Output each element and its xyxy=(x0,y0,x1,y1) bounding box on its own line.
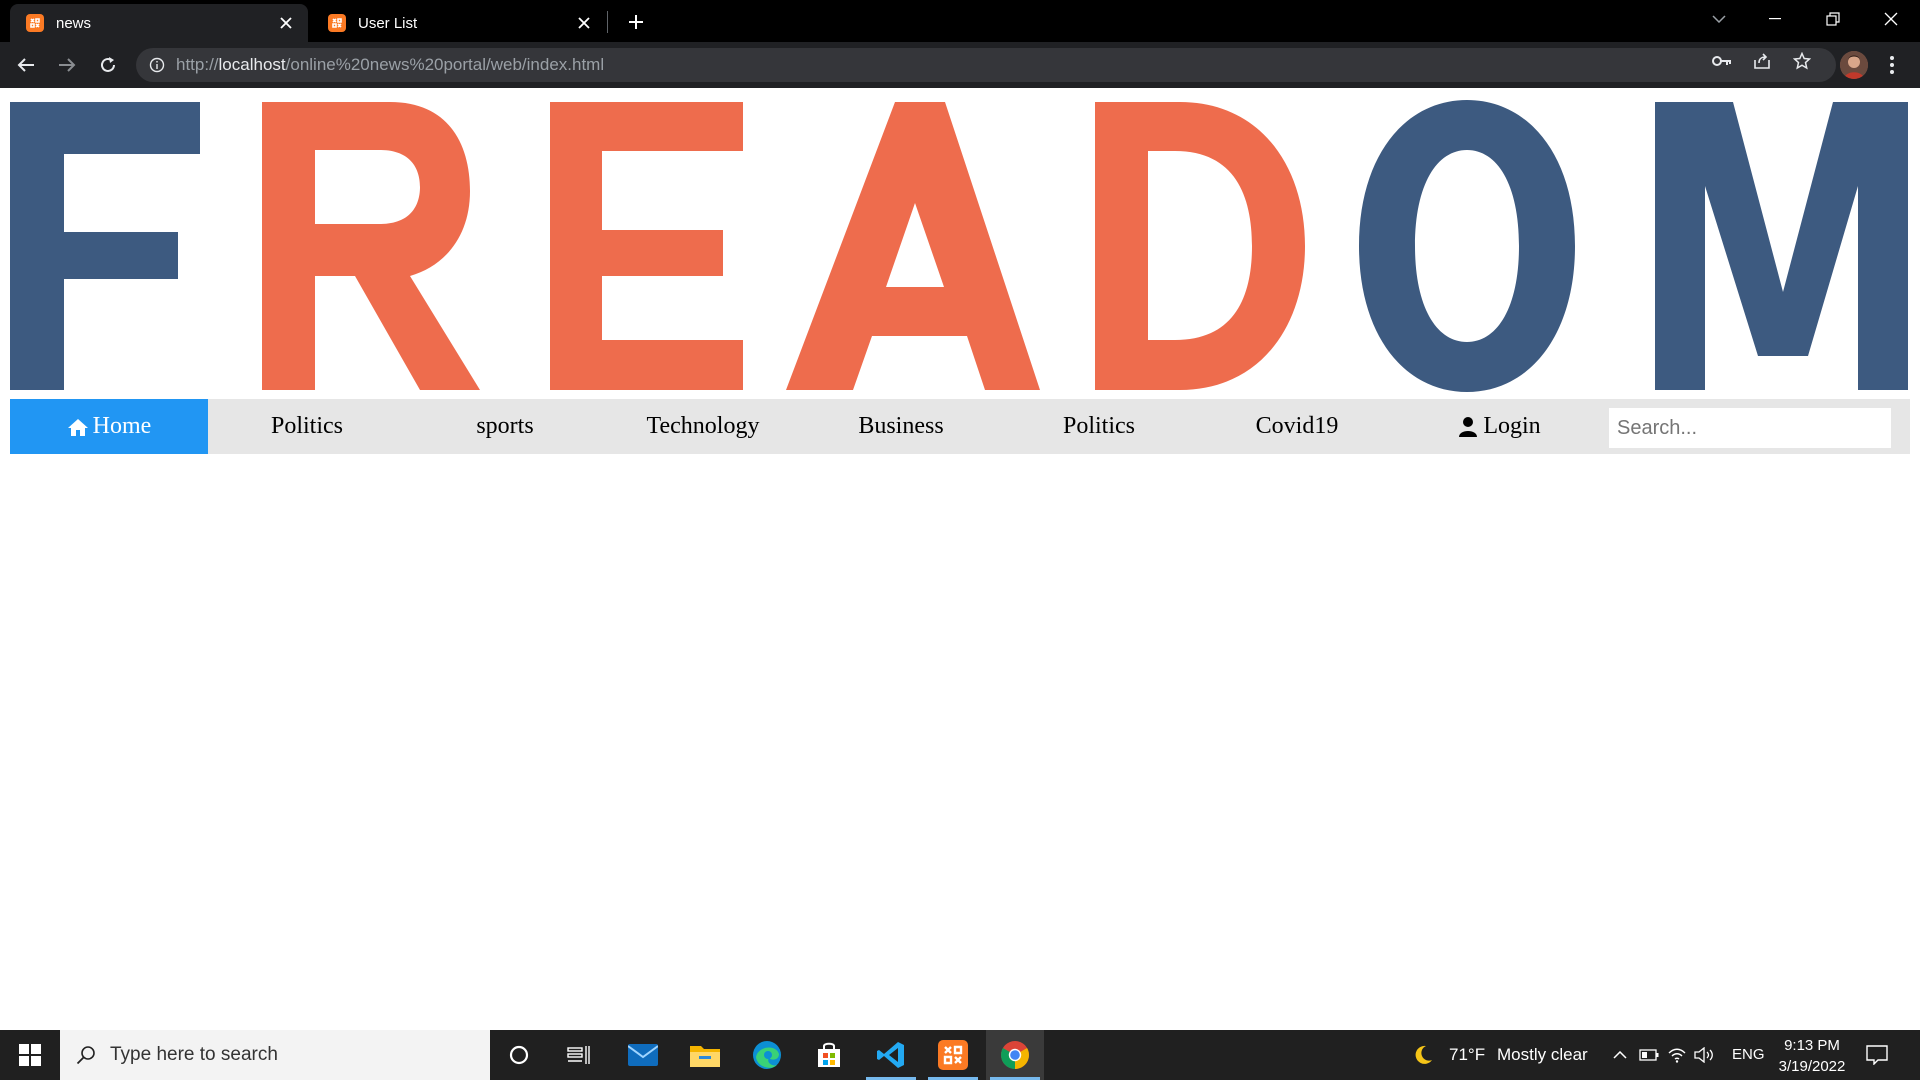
nav-technology-label: Technology xyxy=(646,413,760,439)
logo-letter-m xyxy=(1655,102,1908,390)
weather-condition: Mostly clear xyxy=(1497,1045,1588,1064)
close-window-button[interactable] xyxy=(1862,0,1920,38)
chrome-icon[interactable] xyxy=(986,1030,1044,1080)
nav-home[interactable]: Home xyxy=(10,399,208,454)
logo-letter-e xyxy=(550,102,743,390)
notification-icon[interactable] xyxy=(1864,1042,1890,1068)
nav-covid19[interactable]: Covid19 xyxy=(1198,399,1396,454)
reload-button[interactable] xyxy=(94,51,122,79)
profile-avatar[interactable] xyxy=(1840,51,1868,79)
nav-business[interactable]: Business xyxy=(802,399,1000,454)
xampp-icon[interactable] xyxy=(924,1030,982,1080)
language-indicator[interactable]: ENG xyxy=(1732,1046,1765,1063)
edge-icon[interactable] xyxy=(738,1030,796,1080)
logo-letter-r xyxy=(262,102,480,390)
mail-icon[interactable] xyxy=(614,1030,672,1080)
nav-politics-2[interactable]: Politics xyxy=(1000,399,1198,454)
close-tab-icon[interactable] xyxy=(276,13,296,33)
browser-menu-icon[interactable] xyxy=(1882,52,1902,78)
user-icon xyxy=(1457,416,1479,438)
cortana-icon[interactable] xyxy=(490,1030,548,1080)
nav-home-label: Home xyxy=(92,413,152,439)
logo-letter-o xyxy=(1359,100,1575,392)
tab-title: news xyxy=(56,14,92,32)
start-button[interactable] xyxy=(0,1030,60,1080)
clock-date: 3/19/2022 xyxy=(1778,1058,1846,1075)
weather-temp: 71°F xyxy=(1449,1045,1486,1064)
nav-sports[interactable]: sports xyxy=(406,399,604,454)
windows-taskbar: Type here to search 71°F Mostly clear EN… xyxy=(0,1030,1920,1080)
volume-icon[interactable] xyxy=(1693,1044,1715,1066)
tab-search-chevron-icon[interactable] xyxy=(1690,0,1748,38)
logo-letter-a xyxy=(786,102,1040,390)
task-view-icon[interactable] xyxy=(550,1030,608,1080)
site-logo xyxy=(10,96,1910,394)
taskbar-search-placeholder: Type here to search xyxy=(110,1044,278,1065)
address-bar[interactable]: http://localhost/online%20news%20portal/… xyxy=(136,48,1836,82)
nav-login[interactable]: Login xyxy=(1400,399,1598,454)
main-navbar: Home Politics sports Technology Business… xyxy=(10,399,1910,454)
bookmark-star-icon[interactable] xyxy=(1791,50,1813,72)
xampp-favicon-icon xyxy=(26,14,44,32)
tab-news[interactable]: news xyxy=(10,4,308,42)
nav-politics-2-label: Politics xyxy=(1062,413,1135,439)
nav-sports-label: sports xyxy=(476,413,534,439)
forward-button[interactable] xyxy=(53,51,81,79)
browser-tab-bar: news User List xyxy=(0,0,1920,42)
new-tab-button[interactable] xyxy=(622,10,650,34)
site-info-icon[interactable] xyxy=(148,56,166,74)
tab-title: User List xyxy=(358,14,418,32)
file-explorer-icon[interactable] xyxy=(676,1030,734,1080)
chevron-up-icon[interactable] xyxy=(1609,1044,1631,1066)
browser-toolbar: http://localhost/online%20news%20portal/… xyxy=(0,42,1920,88)
tab-user-list[interactable]: User List xyxy=(312,4,606,42)
vscode-icon[interactable] xyxy=(862,1030,920,1080)
nav-politics-label: Politics xyxy=(270,413,343,439)
wifi-icon[interactable] xyxy=(1666,1044,1688,1066)
minimize-button[interactable] xyxy=(1746,0,1804,38)
back-button[interactable] xyxy=(12,51,40,79)
tab-separator xyxy=(607,11,608,33)
nav-login-label: Login xyxy=(1483,413,1541,439)
nav-technology[interactable]: Technology xyxy=(604,399,802,454)
share-icon[interactable] xyxy=(1751,50,1773,72)
url-text: http://localhost/online%20news%20portal/… xyxy=(176,55,605,74)
clock-time: 9:13 PM xyxy=(1784,1037,1840,1054)
logo-letter-f xyxy=(10,102,200,390)
nav-politics[interactable]: Politics xyxy=(208,399,406,454)
xampp-favicon-icon xyxy=(328,14,346,32)
search-icon xyxy=(74,1043,98,1067)
key-icon[interactable] xyxy=(1711,50,1733,72)
nav-covid19-label: Covid19 xyxy=(1255,413,1339,439)
weather-moon-icon[interactable] xyxy=(1412,1044,1434,1066)
taskbar-clock[interactable]: 9:13 PM 3/19/2022 xyxy=(1762,1035,1862,1077)
search-input[interactable] xyxy=(1609,408,1891,448)
close-tab-icon[interactable] xyxy=(574,13,594,33)
logo-letter-d xyxy=(1095,102,1305,390)
restore-button[interactable] xyxy=(1804,0,1862,38)
windows-logo-icon xyxy=(19,1044,41,1066)
taskbar-search-box[interactable]: Type here to search xyxy=(60,1030,490,1080)
home-icon xyxy=(67,416,89,438)
store-icon[interactable] xyxy=(800,1030,858,1080)
battery-icon[interactable] xyxy=(1638,1044,1660,1066)
nav-business-label: Business xyxy=(858,413,944,439)
